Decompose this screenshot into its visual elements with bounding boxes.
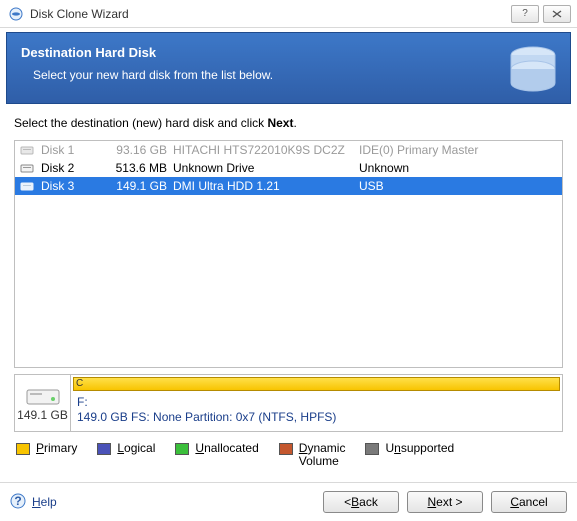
swatch-dynamic [279,443,293,455]
legend: Primary Logical Unallocated DynamicVolum… [14,438,563,472]
disk-row-2[interactable]: Disk 2 513.6 MB Unknown Drive Unknown [15,159,562,177]
back-button[interactable]: < Back [323,491,399,513]
hdd-icon [25,384,61,406]
svg-text:?: ? [14,494,21,508]
help-button[interactable]: ? [511,5,539,23]
content: Destination Hard Disk Select your new ha… [0,28,577,482]
partition-preview: 149.1 GB C F: 149.0 GB FS: None Partitio… [14,374,563,432]
cancel-button[interactable]: Cancel [491,491,567,513]
drive-icon [19,143,35,157]
disk-list[interactable]: Disk 1 93.16 GB HITACHI HTS722010K9S DC2… [14,140,563,368]
drive-icon [19,179,35,193]
bottom-bar: ? Help < Back Next > Cancel [0,482,577,521]
banner-heading: Destination Hard Disk [21,45,556,60]
disk-stack-icon [506,43,560,96]
disk-row-3[interactable]: Disk 3 149.1 GB DMI Ultra HDD 1.21 USB [15,177,562,195]
wizard-banner: Destination Hard Disk Select your new ha… [6,32,571,104]
swatch-primary [16,443,30,455]
help-link[interactable]: ? Help [10,493,57,512]
drive-icon [19,161,35,175]
titlebar: Disk Clone Wizard ? [0,0,577,28]
swatch-unsupported [365,443,379,455]
app-icon [8,6,24,22]
partition-info: F: 149.0 GB FS: None Partition: 0x7 (NTF… [73,395,560,425]
close-button[interactable] [543,5,571,23]
window-controls: ? [511,5,571,23]
next-button[interactable]: Next > [407,491,483,513]
instruction-text: Select the destination (new) hard disk a… [6,104,571,140]
legend-primary: Primary [16,442,77,455]
legend-logical: Logical [97,442,155,455]
legend-unallocated: Unallocated [175,442,258,455]
help-icon: ? [10,493,26,512]
preview-disk-thumb: 149.1 GB [15,375,71,431]
swatch-logical [97,443,111,455]
legend-dynamic: DynamicVolume [279,442,346,468]
swatch-unallocated [175,443,189,455]
banner-subtext: Select your new hard disk from the list … [21,68,556,82]
legend-unsupported: Unsupported [365,442,454,455]
disk-row-1: Disk 1 93.16 GB HITACHI HTS722010K9S DC2… [15,141,562,159]
partition-bar[interactable]: C [73,377,560,391]
window-title: Disk Clone Wizard [30,7,511,21]
preview-capacity: 149.1 GB [17,408,68,422]
